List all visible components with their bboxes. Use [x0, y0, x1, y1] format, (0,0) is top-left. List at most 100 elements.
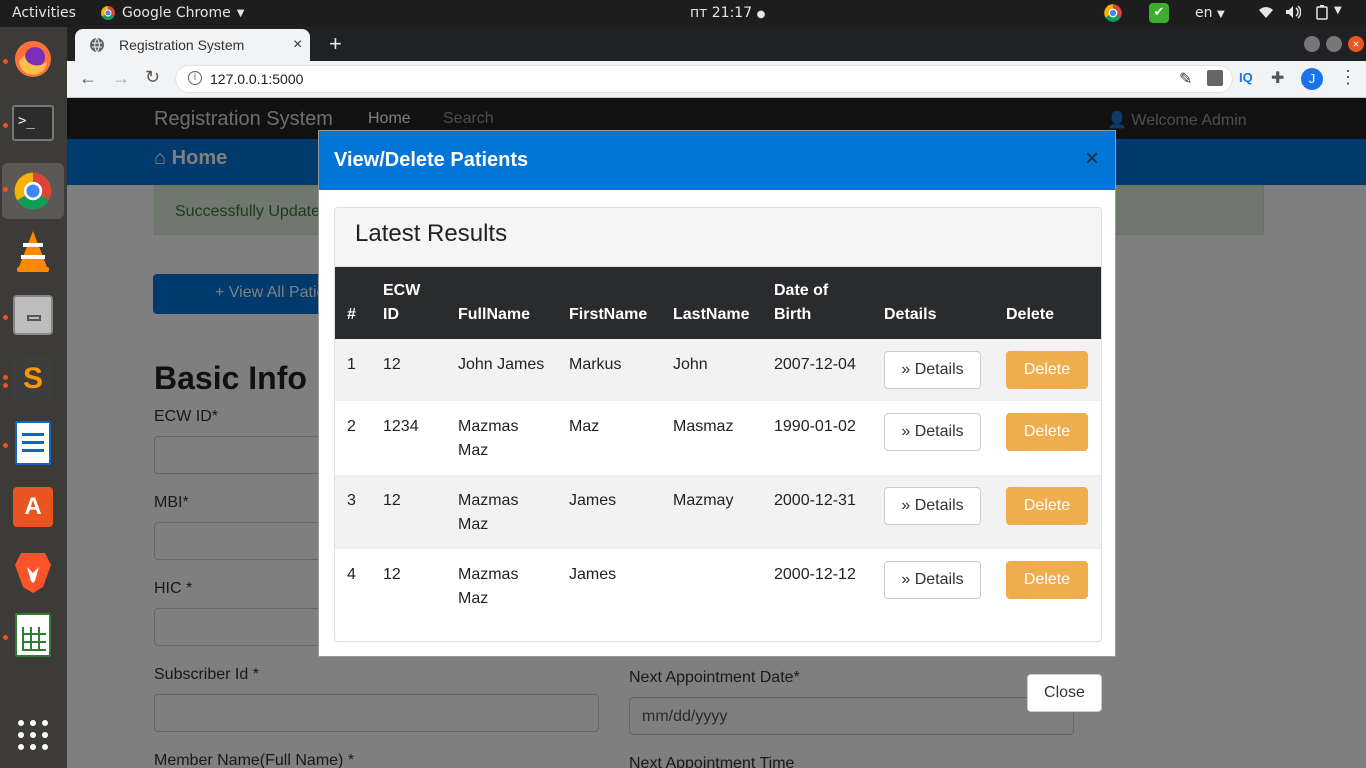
table-header-row: # ECW ID FullName FirstName LastName Dat…: [335, 267, 1101, 339]
row-number: 4: [347, 566, 356, 583]
chrome-icon: [14, 172, 52, 210]
forward-arrow-icon[interactable]: →: [112, 68, 130, 89]
back-arrow-icon[interactable]: ←: [79, 68, 97, 89]
delete-button[interactable]: Delete: [1006, 351, 1088, 389]
language-selector[interactable]: en ▼: [1195, 5, 1225, 21]
row-ecw-id: 12: [383, 566, 401, 583]
puzzle-extensions-icon[interactable]: ✚: [1271, 68, 1284, 88]
battery-icon[interactable]: [1316, 5, 1328, 24]
file-cabinet-icon: [13, 295, 53, 335]
reload-icon[interactable]: ↻: [145, 67, 160, 88]
modal-close-icon[interactable]: ×: [1085, 145, 1099, 173]
row-delete-cell: Delete: [994, 549, 1101, 623]
delete-button[interactable]: Delete: [1006, 487, 1088, 525]
libreoffice-writer-icon: [15, 421, 51, 465]
row-delete-cell: Delete: [994, 339, 1101, 401]
tab-close-icon[interactable]: ×: [293, 36, 302, 54]
clock[interactable]: пт 21:17 ●: [690, 5, 765, 21]
clock-text: пт 21:17: [690, 5, 753, 21]
row-date-of-birth: 1990-01-02: [774, 418, 856, 435]
delete-button[interactable]: Delete: [1006, 561, 1088, 599]
info-icon[interactable]: i: [188, 71, 202, 85]
row-ecw-id: 12: [383, 492, 401, 509]
brave-lion-icon: [15, 553, 51, 593]
details-button[interactable]: » Details: [884, 351, 981, 389]
details-button[interactable]: » Details: [884, 561, 981, 599]
app-menu-label: Google Chrome: [122, 5, 231, 21]
row-fullname: Mazmas Maz: [458, 566, 519, 607]
firefox-launcher[interactable]: [10, 36, 56, 82]
url-text: 127.0.0.1:5000: [210, 71, 304, 87]
libreoffice-calc-icon: [15, 613, 51, 657]
row-details-cell: » Details: [872, 339, 994, 401]
col-header-date-of-birth: Date of Birth: [762, 267, 872, 339]
modal-header: View/Delete Patients ×: [319, 131, 1115, 190]
close-window-button[interactable]: ×: [1348, 36, 1364, 52]
chrome-icon: [101, 6, 115, 20]
new-tab-plus-icon[interactable]: +: [329, 31, 342, 57]
system-menu-chevron-icon[interactable]: ▼: [1334, 5, 1342, 16]
view-delete-patients-modal: View/Delete Patients × Latest Results # …: [318, 130, 1116, 657]
row-date-of-birth: 2007-12-04: [774, 356, 856, 373]
table-row: 4 12 Mazmas Maz James 2000-12-12 » Details Del…: [335, 549, 1101, 623]
minimize-window-button[interactable]: [1304, 36, 1320, 52]
volume-icon[interactable]: [1285, 5, 1302, 23]
row-firstname: Maz: [569, 418, 600, 435]
col-header-ecw-id: ECW ID: [371, 267, 446, 339]
activities-button[interactable]: Activities: [12, 5, 76, 21]
pen-extension-icon[interactable]: ✎: [1179, 69, 1192, 89]
details-label: Details: [914, 571, 964, 588]
running-indicator: [3, 383, 8, 388]
vlc-icon: [17, 231, 49, 272]
language-label: en: [1195, 5, 1213, 21]
software-launcher[interactable]: A: [10, 484, 56, 530]
wifi-icon[interactable]: [1258, 5, 1274, 23]
extension-box-icon[interactable]: [1207, 70, 1223, 86]
row-fullname: Mazmas Maz: [458, 418, 519, 459]
chrome-launcher[interactable]: [2, 163, 64, 219]
ubuntu-dock: >_ S A: [0, 27, 67, 768]
writer-launcher[interactable]: [10, 420, 56, 466]
running-indicator: [3, 375, 8, 380]
profile-avatar[interactable]: J: [1301, 68, 1323, 90]
row-firstname: Markus: [569, 356, 622, 373]
row-firstname: James: [569, 492, 617, 509]
row-number: 2: [347, 418, 356, 435]
show-applications-button[interactable]: [10, 712, 56, 758]
chrome-tray-icon[interactable]: [1103, 3, 1123, 27]
sublime-launcher[interactable]: S: [10, 356, 56, 402]
delete-button[interactable]: Delete: [1006, 413, 1088, 451]
row-details-cell: » Details: [872, 401, 994, 475]
checkmark-tray-icon[interactable]: ✔: [1149, 3, 1169, 23]
address-bar[interactable]: i 127.0.0.1:5000 ☆: [175, 65, 1233, 93]
modal-close-button[interactable]: Close: [1027, 674, 1102, 712]
brave-launcher[interactable]: [10, 548, 56, 594]
files-launcher[interactable]: [10, 292, 56, 338]
row-details-cell: » Details: [872, 549, 994, 623]
running-indicator: [3, 123, 8, 128]
tab-registration-system[interactable]: Registration System ×: [75, 29, 310, 61]
running-indicator: [3, 443, 8, 448]
row-lastname: Mazmay: [673, 492, 734, 509]
row-ecw-id: 1234: [383, 418, 419, 435]
tab-title: Registration System: [119, 37, 245, 53]
running-indicator: [3, 315, 8, 320]
chevron-down-icon: ▼: [236, 7, 245, 19]
modal-title: View/Delete Patients: [334, 149, 529, 171]
kebab-menu-icon[interactable]: ⋮: [1339, 67, 1357, 88]
details-button[interactable]: » Details: [884, 413, 981, 451]
vlc-launcher[interactable]: [10, 228, 56, 274]
app-grid-icon: [18, 720, 48, 750]
details-button[interactable]: » Details: [884, 487, 981, 525]
maximize-window-button[interactable]: [1326, 36, 1342, 52]
chevron-down-icon: ▼: [1216, 9, 1225, 20]
row-number: 1: [347, 356, 356, 373]
calc-launcher[interactable]: [10, 612, 56, 658]
terminal-launcher[interactable]: >_: [10, 100, 56, 146]
iq-extension-icon[interactable]: IQ: [1239, 70, 1253, 85]
row-lastname: John: [673, 356, 708, 373]
app-menu[interactable]: Google Chrome ▼: [100, 5, 244, 21]
row-lastname: [661, 549, 762, 623]
running-indicator: [3, 635, 8, 640]
col-header-number: #: [335, 267, 371, 339]
